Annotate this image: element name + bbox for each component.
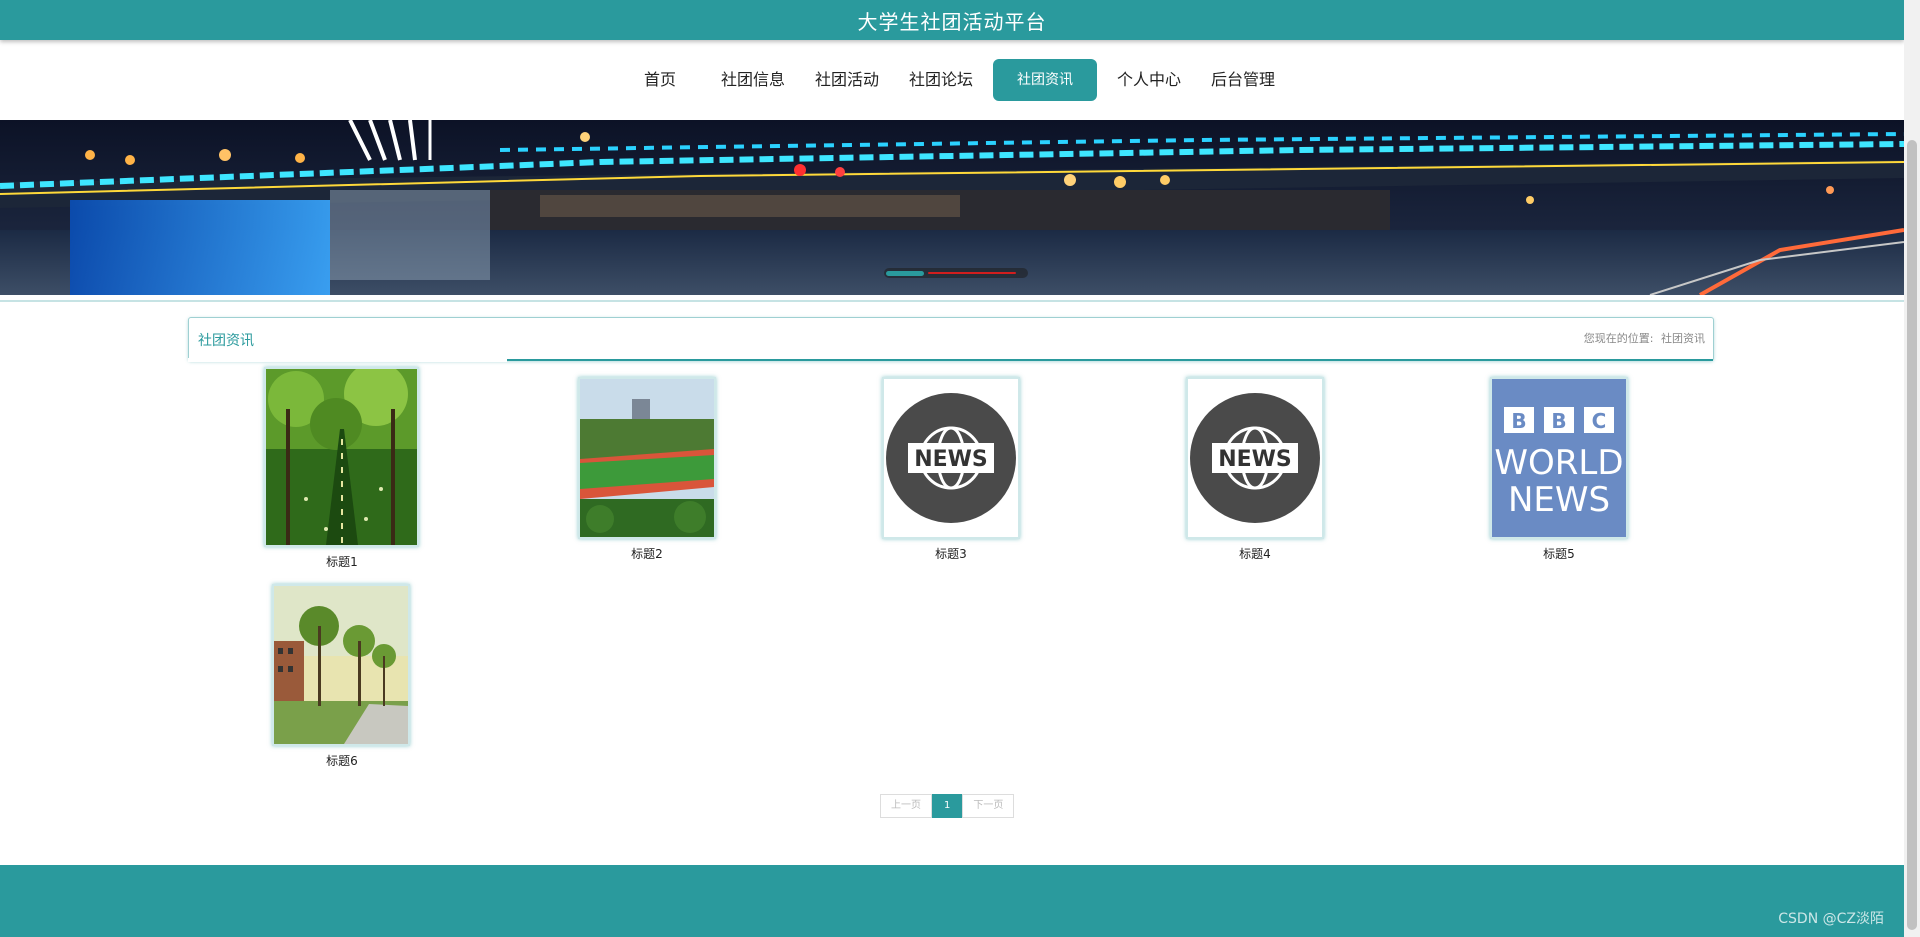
svg-text:NEWS: NEWS	[1508, 480, 1610, 520]
news-globe-icon: NEWS	[884, 379, 1018, 537]
svg-text:NEWS: NEWS	[914, 447, 988, 472]
news-thumbnail[interactable]: NEWS	[1186, 377, 1324, 539]
section-title: 社团资讯	[198, 333, 254, 349]
section-header: 社团资讯 您现在的位置: 社团资讯	[188, 317, 1714, 362]
nav-item-club-activities[interactable]: 社团活动	[805, 59, 889, 101]
svg-text:B: B	[1511, 409, 1526, 433]
nav-item-club-info[interactable]: 社团信息	[711, 59, 795, 101]
section-underline-gap	[188, 358, 507, 362]
news-card[interactable]: NEWS 标题4	[1186, 377, 1324, 562]
news-card[interactable]: B B C WORLD NEWS 标题5	[1490, 377, 1628, 562]
news-thumbnail[interactable]	[578, 377, 716, 539]
sports-field-photo	[580, 379, 714, 537]
news-globe-icon: NEWS	[1188, 379, 1322, 537]
scrollbar-thumb[interactable]	[1907, 140, 1917, 930]
section-underline	[507, 359, 1713, 361]
news-caption[interactable]: 标题6	[272, 752, 412, 769]
pagination-page-1[interactable]: 1	[932, 794, 963, 818]
nav-item-home[interactable]: 首页	[619, 59, 701, 101]
main-nav: 首页 社团信息 社团活动 社团论坛 社团资讯 个人中心 后台管理	[0, 40, 1904, 120]
news-caption[interactable]: 标题2	[578, 545, 716, 562]
news-card[interactable]: 标题2	[578, 377, 716, 562]
pagination-next-button[interactable]: 下一页	[962, 794, 1015, 818]
svg-text:C: C	[1592, 409, 1607, 433]
news-caption[interactable]: 标题3	[882, 545, 1020, 562]
pagination-prev-button[interactable]: 上一页	[880, 794, 932, 818]
svg-text:WORLD: WORLD	[1494, 443, 1623, 483]
news-card[interactable]: 标题6	[272, 584, 412, 769]
news-caption[interactable]: 标题4	[1186, 545, 1324, 562]
campus-trees-photo	[274, 586, 408, 744]
news-caption[interactable]: 标题1	[264, 553, 420, 570]
nav-item-club-news[interactable]: 社团资讯	[993, 59, 1097, 101]
carousel-indicators	[884, 268, 1028, 278]
bbc-world-news-logo: B B C WORLD NEWS	[1492, 379, 1626, 537]
news-thumbnail[interactable]: NEWS	[882, 377, 1020, 539]
watermark-text: CSDN @CZ淡陌	[1778, 911, 1884, 927]
breadcrumb-prefix: 您现在的位置:	[1583, 332, 1654, 345]
section-divider	[0, 300, 1904, 302]
news-thumbnail[interactable]	[272, 584, 410, 746]
carousel-indicator-2[interactable]	[928, 272, 1016, 274]
nav-item-admin[interactable]: 后台管理	[1201, 59, 1285, 101]
footer: CSDN @CZ淡陌	[0, 865, 1904, 937]
nav-item-personal-center[interactable]: 个人中心	[1107, 59, 1191, 101]
news-thumbnail[interactable]: B B C WORLD NEWS	[1490, 377, 1628, 539]
tree-path-photo	[266, 369, 417, 545]
breadcrumb: 您现在的位置: 社团资讯	[1580, 330, 1705, 346]
pagination: 上一页 1 下一页	[880, 794, 1015, 818]
news-caption[interactable]: 标题5	[1490, 545, 1628, 562]
breadcrumb-current[interactable]: 社团资讯	[1661, 332, 1705, 345]
nav-item-club-forum[interactable]: 社团论坛	[899, 59, 983, 101]
svg-text:NEWS: NEWS	[1218, 447, 1292, 472]
top-header-bar: 大学生社团活动平台	[0, 0, 1904, 40]
page-scrollbar[interactable]	[1904, 0, 1920, 937]
news-thumbnail[interactable]	[264, 367, 419, 547]
site-title: 大学生社团活动平台	[857, 9, 1047, 34]
news-card[interactable]: 标题1	[264, 367, 420, 570]
news-card[interactable]: NEWS 标题3	[882, 377, 1020, 562]
svg-text:B: B	[1551, 409, 1566, 433]
banner-carousel[interactable]	[0, 120, 1904, 295]
carousel-indicator-1[interactable]	[886, 270, 924, 276]
